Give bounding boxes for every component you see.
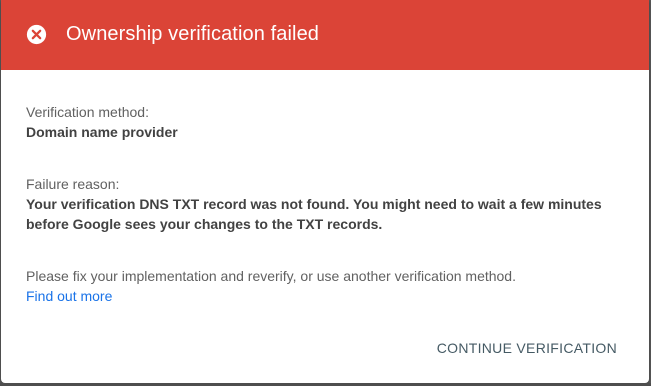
verification-method-label: Verification method: (26, 104, 149, 120)
failure-reason-value: Your verification DNS TXT record was not… (26, 196, 602, 232)
verification-method-value: Domain name provider (26, 124, 178, 140)
continue-verification-button[interactable]: CONTINUE VERIFICATION (429, 332, 625, 364)
error-circle-icon (26, 24, 47, 45)
dialog-header: Ownership verification failed (1, 0, 649, 70)
help-text: Please fix your implementation and rever… (26, 268, 516, 284)
dialog-title: Ownership verification failed (66, 23, 320, 45)
failure-reason-label: Failure reason: (26, 176, 120, 192)
verification-failed-dialog: Ownership verification failed Verificati… (1, 0, 649, 383)
find-out-more-link[interactable]: Find out more (26, 286, 112, 306)
